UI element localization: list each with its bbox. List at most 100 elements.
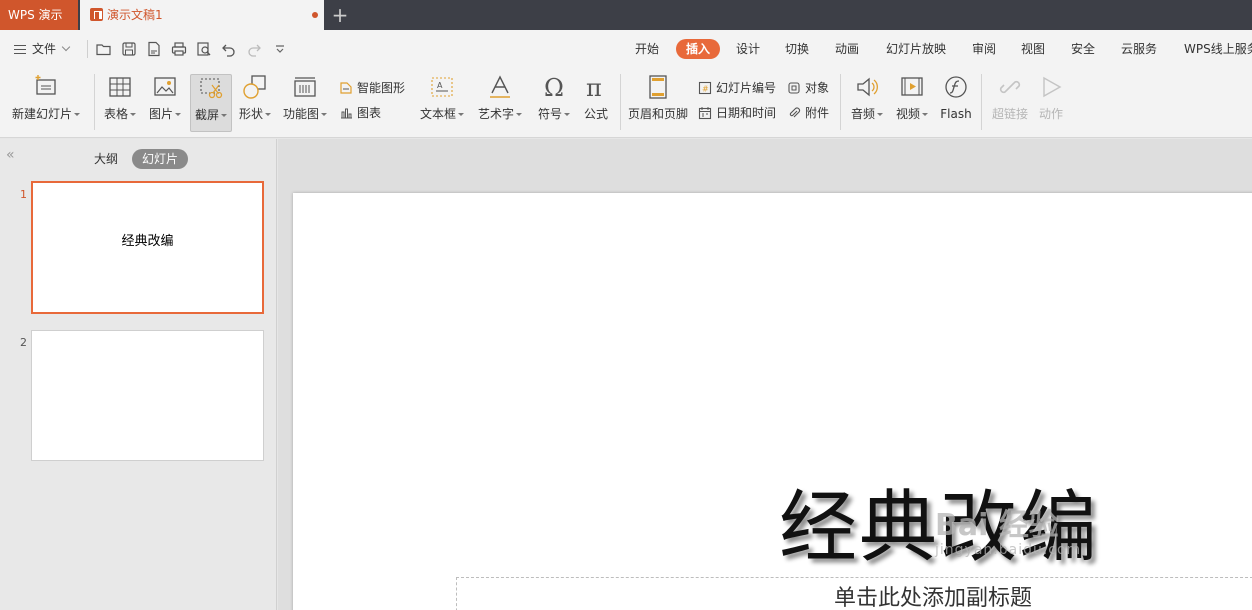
symbol-button[interactable]: Ω 符号 [535,74,573,132]
file-menu-button[interactable]: 文件 [14,39,71,59]
table-button[interactable]: 表格 [101,74,139,132]
print-icon[interactable] [171,41,187,57]
formula-button[interactable]: π 公式 [578,74,614,132]
slide-panel: « 大纲 幻灯片 1 经典改编 2 [0,139,277,610]
flash-icon [945,76,967,98]
word-art-button[interactable]: 艺术字 [475,74,525,132]
ribbon-toolbar: 新建幻灯片 表格 图片 截屏 形状 功能图 智能图形 图表 A 文本框 艺术字 … [0,68,1252,138]
divider [620,74,621,130]
picture-icon [154,77,176,96]
flash-button[interactable]: Flash [938,74,974,132]
collapse-panel-icon[interactable]: « [6,148,20,163]
omega-symbol-icon: Ω [544,74,564,100]
function-chart-button[interactable]: 功能图 [281,74,329,132]
new-tab-button[interactable]: + [330,3,350,27]
smart-shape-label: 智能图形 [357,81,406,95]
unsaved-dot-icon [312,12,318,18]
header-footer-button[interactable]: 页眉和页脚 [626,74,690,132]
date-time-button[interactable]: 日期和时间 [698,104,776,122]
text-box-icon: A [431,77,453,97]
document-tab-label: 演示文稿1 [107,8,163,22]
screenshot-scissors-icon [200,78,223,99]
formula-label: 公式 [583,107,608,121]
watermark-url: jingyan.baidu.com [935,542,1082,558]
subtitle-placeholder-text[interactable]: 单击此处添加副标题 [834,580,1032,610]
video-icon [901,77,923,96]
shapes-icon [243,75,266,99]
calendar-icon [698,107,712,120]
hyperlink-button[interactable]: 超链接 [988,74,1032,132]
svg-text:π: π [586,74,602,100]
app-tab[interactable]: WPS 演示 [0,0,78,30]
screenshot-button[interactable]: 截屏 [190,74,232,132]
smart-shape-icon [340,82,352,94]
action-label: 动作 [1038,107,1063,121]
symbol-label: 符号 [537,107,562,121]
document-tab[interactable]: 演示文稿1 [80,0,324,30]
hyperlink-label: 超链接 [991,107,1028,121]
undo-icon[interactable] [221,41,237,57]
divider [87,40,88,58]
current-slide[interactable]: 经典改编 单击此处添加副标题 [293,193,1252,610]
tab-animation[interactable]: 动画 [835,39,859,59]
open-folder-icon[interactable] [96,41,112,57]
tab-cloud-service[interactable]: 云服务 [1121,39,1157,59]
print-preview-icon[interactable] [196,41,212,57]
function-chart-icon [294,77,316,97]
customize-toolbar-icon[interactable] [272,41,288,57]
slide-thumbnail[interactable] [31,330,264,461]
baidu-watermark: Bai 经验 jingyan.baidu.com [935,500,1081,558]
tab-slides[interactable]: 幻灯片 [132,149,189,169]
header-footer-icon [649,75,667,99]
chart-label: 图表 [357,106,382,120]
divider [981,74,982,130]
tab-view[interactable]: 视图 [1021,39,1045,59]
slide-number-label: 幻灯片编号 [716,81,777,95]
tab-home[interactable]: 开始 [635,39,659,59]
divider [840,74,841,130]
export-pdf-icon[interactable] [146,41,162,57]
slide-thumbnail[interactable]: 经典改编 [31,181,264,314]
tab-review[interactable]: 审阅 [972,39,996,59]
shape-button[interactable]: 形状 [236,74,274,132]
redo-icon[interactable] [246,41,262,57]
smart-shape-button[interactable]: 智能图形 [339,79,405,97]
word-art-label: 艺术字 [477,107,514,121]
picture-button[interactable]: 图片 [146,74,184,132]
object-button[interactable]: 对象 [787,79,829,97]
tab-outline[interactable]: 大纲 [94,149,118,169]
save-icon[interactable] [121,41,137,57]
slide-number-button[interactable]: # 幻灯片编号 [698,79,776,97]
word-art-icon [490,75,510,98]
tab-transition[interactable]: 切换 [785,39,809,59]
table-label: 表格 [103,107,128,121]
action-button[interactable]: 动作 [1036,74,1066,132]
tab-slideshow[interactable]: 幻灯片放映 [886,39,946,59]
svg-text:#: # [702,85,709,94]
new-slide-label: 新建幻灯片 [11,107,72,121]
chart-button[interactable]: 图表 [339,104,381,122]
tab-design[interactable]: 设计 [736,39,760,59]
date-time-label: 日期和时间 [716,106,777,120]
tab-security[interactable]: 安全 [1071,39,1095,59]
slide-number-icon: # [698,81,712,95]
tab-insert[interactable]: 插入 [676,39,721,59]
chevron-down-icon [61,42,71,52]
link-icon [999,80,1021,94]
slide-number: 1 [20,188,27,201]
attachment-button[interactable]: 附件 [787,104,829,122]
attachment-label: 附件 [805,106,830,120]
speaker-icon [857,77,878,97]
tab-wps-online[interactable]: WPS线上服务 [1184,39,1252,59]
video-label: 视频 [895,107,920,121]
object-label: 对象 [805,81,830,95]
hamburger-icon [14,45,26,54]
table-icon [109,77,131,97]
video-button[interactable]: 视频 [893,74,931,132]
audio-button[interactable]: 音频 [848,74,886,132]
text-box-button[interactable]: A 文本框 [418,74,466,132]
shape-label: 形状 [238,107,263,121]
slide-thumbnail-title: 经典改编 [121,234,174,249]
new-slide-button[interactable]: 新建幻灯片 [8,74,84,132]
slide-number: 2 [20,336,27,349]
